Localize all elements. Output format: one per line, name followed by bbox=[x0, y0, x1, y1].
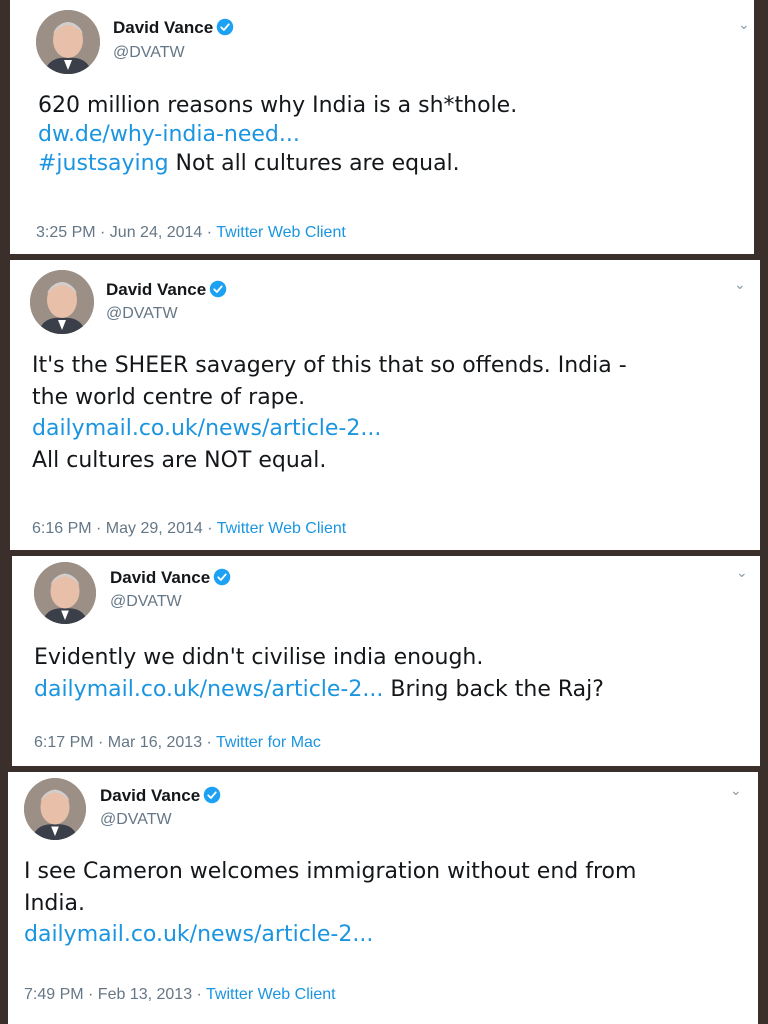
tweet-timestamp: 3:25 PM · Jun 24, 2014 · Twitter Web Cli… bbox=[36, 224, 346, 242]
timestamp-text[interactable]: 6:17 PM · Mar 16, 2013 · bbox=[34, 734, 216, 751]
tweet-text-line: It's the SHEER savagery of this that so … bbox=[32, 353, 627, 378]
verified-badge-icon bbox=[209, 280, 227, 298]
author-name[interactable]: David Vance bbox=[106, 280, 227, 300]
tweet-text: It's the SHEER savagery of this that so … bbox=[32, 350, 758, 477]
verified-badge-icon bbox=[203, 786, 221, 804]
tweet-text-line: All cultures are NOT equal. bbox=[32, 448, 327, 474]
client-link[interactable]: Twitter Web Client bbox=[206, 986, 336, 1003]
avatar[interactable] bbox=[24, 778, 86, 840]
verified-badge-icon bbox=[213, 568, 231, 586]
chevron-down-icon[interactable]: ⌄ bbox=[734, 276, 746, 293]
author-handle[interactable]: @DVATW bbox=[113, 44, 185, 62]
tweet-link[interactable]: dailymail.co.uk/news/article-2... bbox=[24, 922, 373, 947]
author-name[interactable]: David Vance bbox=[110, 568, 231, 588]
tweet-text-line: the world centre of rape. bbox=[32, 384, 306, 410]
client-link[interactable]: Twitter for Mac bbox=[216, 734, 321, 751]
tweet-card-2[interactable]: David Vance @DVATW ⌄ It's the SHEER sava… bbox=[10, 260, 760, 550]
tweet-timestamp: 6:17 PM · Mar 16, 2013 · Twitter for Mac bbox=[34, 734, 321, 752]
tweet-text-line: Not all cultures are equal. bbox=[168, 150, 460, 176]
tweet-text-line: Evidently we didn't civilise india enoug… bbox=[34, 645, 484, 670]
timestamp-text[interactable]: 7:49 PM · Feb 13, 2013 · bbox=[24, 986, 206, 1003]
tweet-card-3[interactable]: David Vance @DVATW ⌄ Evidently we didn't… bbox=[12, 556, 760, 766]
timestamp-text[interactable]: 6:16 PM · May 29, 2014 · bbox=[32, 520, 217, 537]
tweet-link[interactable]: dailymail.co.uk/news/article-2... bbox=[34, 677, 383, 702]
tweet-text: Evidently we didn't civilise india enoug… bbox=[34, 642, 758, 705]
tweet-link[interactable]: dw.de/why-india-need... bbox=[38, 122, 300, 147]
tweet-text-line: 620 million reasons why India is a sh*th… bbox=[38, 93, 518, 118]
tweet-link[interactable]: dailymail.co.uk/news/article-2... bbox=[32, 416, 381, 441]
author-handle[interactable]: @DVATW bbox=[110, 593, 182, 611]
author-handle[interactable]: @DVATW bbox=[100, 811, 172, 829]
chevron-down-icon[interactable]: ⌄ bbox=[730, 782, 742, 799]
chevron-down-icon[interactable]: ⌄ bbox=[738, 16, 750, 33]
author-handle[interactable]: @DVATW bbox=[106, 305, 178, 323]
hashtag-link[interactable]: #justsaying bbox=[38, 151, 169, 176]
tweet-card-4[interactable]: David Vance @DVATW ⌄ I see Cameron welco… bbox=[8, 772, 758, 1024]
verified-badge-icon bbox=[216, 18, 234, 36]
author-name[interactable]: David Vance bbox=[100, 786, 221, 806]
tweet-timestamp: 6:16 PM · May 29, 2014 · Twitter Web Cli… bbox=[32, 520, 346, 538]
tweet-text-line: Bring back the Raj? bbox=[383, 676, 604, 702]
tweet-text-line: India. bbox=[24, 890, 85, 916]
chevron-down-icon[interactable]: ⌄ bbox=[736, 564, 748, 581]
tweet-timestamp: 7:49 PM · Feb 13, 2013 · Twitter Web Cli… bbox=[24, 986, 336, 1004]
tweet-text-line: I see Cameron welcomes immigration witho… bbox=[24, 859, 637, 884]
tweet-card-1[interactable]: David Vance @DVATW ⌄ 620 million reasons… bbox=[10, 0, 754, 254]
client-link[interactable]: Twitter Web Client bbox=[217, 520, 347, 537]
author-name-text[interactable]: David Vance bbox=[100, 786, 200, 805]
avatar[interactable] bbox=[34, 562, 96, 624]
tweet-text: 620 million reasons why India is a sh*th… bbox=[38, 92, 748, 178]
author-name[interactable]: David Vance bbox=[113, 18, 234, 38]
client-link[interactable]: Twitter Web Client bbox=[216, 224, 346, 241]
avatar[interactable] bbox=[30, 270, 94, 334]
author-name-text[interactable]: David Vance bbox=[106, 280, 206, 299]
author-name-text[interactable]: David Vance bbox=[110, 568, 210, 587]
author-name-text[interactable]: David Vance bbox=[113, 18, 213, 37]
timestamp-text[interactable]: 3:25 PM · Jun 24, 2014 · bbox=[36, 224, 216, 241]
avatar[interactable] bbox=[36, 10, 100, 74]
tweet-text: I see Cameron welcomes immigration witho… bbox=[24, 856, 754, 951]
